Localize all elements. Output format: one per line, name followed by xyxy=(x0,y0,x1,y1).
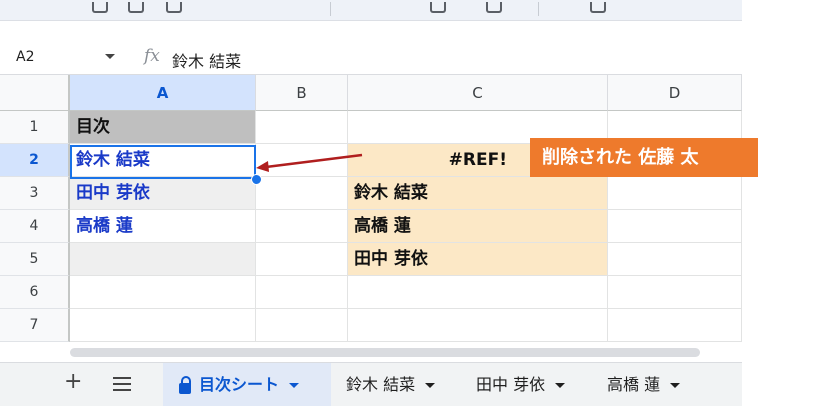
cell-b4[interactable] xyxy=(256,210,348,243)
all-sheets-menu-icon[interactable] xyxy=(113,377,131,395)
spreadsheet-app: A2 fx 鈴木 結菜 A B C D 1 2 3 4 5 6 7 目次 鈴木 … xyxy=(0,0,742,406)
lock-icon xyxy=(179,376,191,394)
cell-c5[interactable]: 田中 芽依 xyxy=(348,243,608,276)
column-header-c[interactable]: C xyxy=(348,75,608,111)
tab-label: 高橋 蓮 xyxy=(607,375,661,394)
row-header-4[interactable]: 4 xyxy=(0,210,70,243)
column-header-d[interactable]: D xyxy=(608,75,742,111)
cell-d5[interactable] xyxy=(608,243,742,276)
tab-takahashi[interactable]: 高橋 蓮 xyxy=(607,363,681,406)
cell-a4[interactable]: 高橋 蓮 xyxy=(70,210,256,243)
cell-c4[interactable]: 高橋 蓮 xyxy=(348,210,608,243)
toolbar-icon[interactable] xyxy=(486,2,502,13)
fill-handle[interactable] xyxy=(251,174,262,185)
cell-a5[interactable] xyxy=(70,243,256,276)
toolbar-icon[interactable] xyxy=(430,2,446,13)
chevron-down-icon[interactable] xyxy=(555,383,566,388)
column-header-b[interactable]: B xyxy=(256,75,348,111)
name-box[interactable]: A2 xyxy=(16,49,34,65)
cell-c6[interactable] xyxy=(348,276,608,309)
tab-tanaka[interactable]: 田中 芽依 xyxy=(476,363,566,406)
toolbar-icon[interactable] xyxy=(590,2,606,13)
tab-label: 目次シート xyxy=(199,375,280,394)
arrow-icon xyxy=(256,153,363,172)
deleted-sheet-callout: 削除された 佐藤 太 xyxy=(530,138,758,177)
chevron-down-icon[interactable] xyxy=(670,383,681,388)
add-sheet-icon[interactable]: + xyxy=(64,369,82,394)
row-header-5[interactable]: 5 xyxy=(0,243,70,276)
toolbar-icon[interactable] xyxy=(128,2,144,13)
cell-b7[interactable] xyxy=(256,309,348,342)
tab-label: 鈴木 結菜 xyxy=(346,375,416,394)
toolbar-icon[interactable] xyxy=(92,2,108,13)
row-header-6[interactable]: 6 xyxy=(0,276,70,309)
cell-a6[interactable] xyxy=(70,276,256,309)
cell-d4[interactable] xyxy=(608,210,742,243)
toolbar-icon[interactable] xyxy=(166,2,182,13)
cell-b1[interactable] xyxy=(256,111,348,144)
cell-a7[interactable] xyxy=(70,309,256,342)
cell-grid: A B C D 1 2 3 4 5 6 7 目次 鈴木 結菜 #REF! 田中 … xyxy=(0,75,742,345)
cell-a3[interactable]: 田中 芽依 xyxy=(70,177,256,210)
row-header-2[interactable]: 2 xyxy=(0,144,70,177)
row-header-1[interactable]: 1 xyxy=(0,111,70,144)
cell-a1[interactable]: 目次 xyxy=(70,111,256,144)
row-header-3[interactable]: 3 xyxy=(0,177,70,210)
cell-b6[interactable] xyxy=(256,276,348,309)
toolbar xyxy=(0,0,742,21)
toolbar-divider xyxy=(330,2,331,16)
cell-d7[interactable] xyxy=(608,309,742,342)
cell-c3[interactable]: 鈴木 結菜 xyxy=(348,177,608,210)
formula-bar: A2 fx 鈴木 結菜 xyxy=(0,40,742,75)
chevron-down-icon[interactable] xyxy=(105,54,115,59)
tab-label: 田中 芽依 xyxy=(476,375,546,394)
horizontal-scrollbar[interactable] xyxy=(70,348,700,357)
cell-b3[interactable] xyxy=(256,177,348,210)
cell-c7[interactable] xyxy=(348,309,608,342)
cell-a2[interactable]: 鈴木 結菜 xyxy=(70,144,256,177)
fx-icon: fx xyxy=(144,46,160,66)
cell-d3[interactable] xyxy=(608,177,742,210)
formula-input[interactable]: 鈴木 結菜 xyxy=(172,48,241,72)
chevron-down-icon[interactable] xyxy=(289,383,300,388)
cell-d6[interactable] xyxy=(608,276,742,309)
column-header-a[interactable]: A xyxy=(70,75,256,111)
tab-index-sheet[interactable]: 目次シート xyxy=(163,363,331,406)
sheet-tab-bar: + 目次シート 鈴木 結菜 田中 芽依 高橋 蓮 xyxy=(0,362,742,406)
toolbar-divider xyxy=(538,2,539,16)
chevron-down-icon[interactable] xyxy=(425,383,436,388)
tab-suzuki[interactable]: 鈴木 結菜 xyxy=(346,363,436,406)
select-all-corner[interactable] xyxy=(0,75,70,111)
row-header-7[interactable]: 7 xyxy=(0,309,70,342)
cell-b5[interactable] xyxy=(256,243,348,276)
